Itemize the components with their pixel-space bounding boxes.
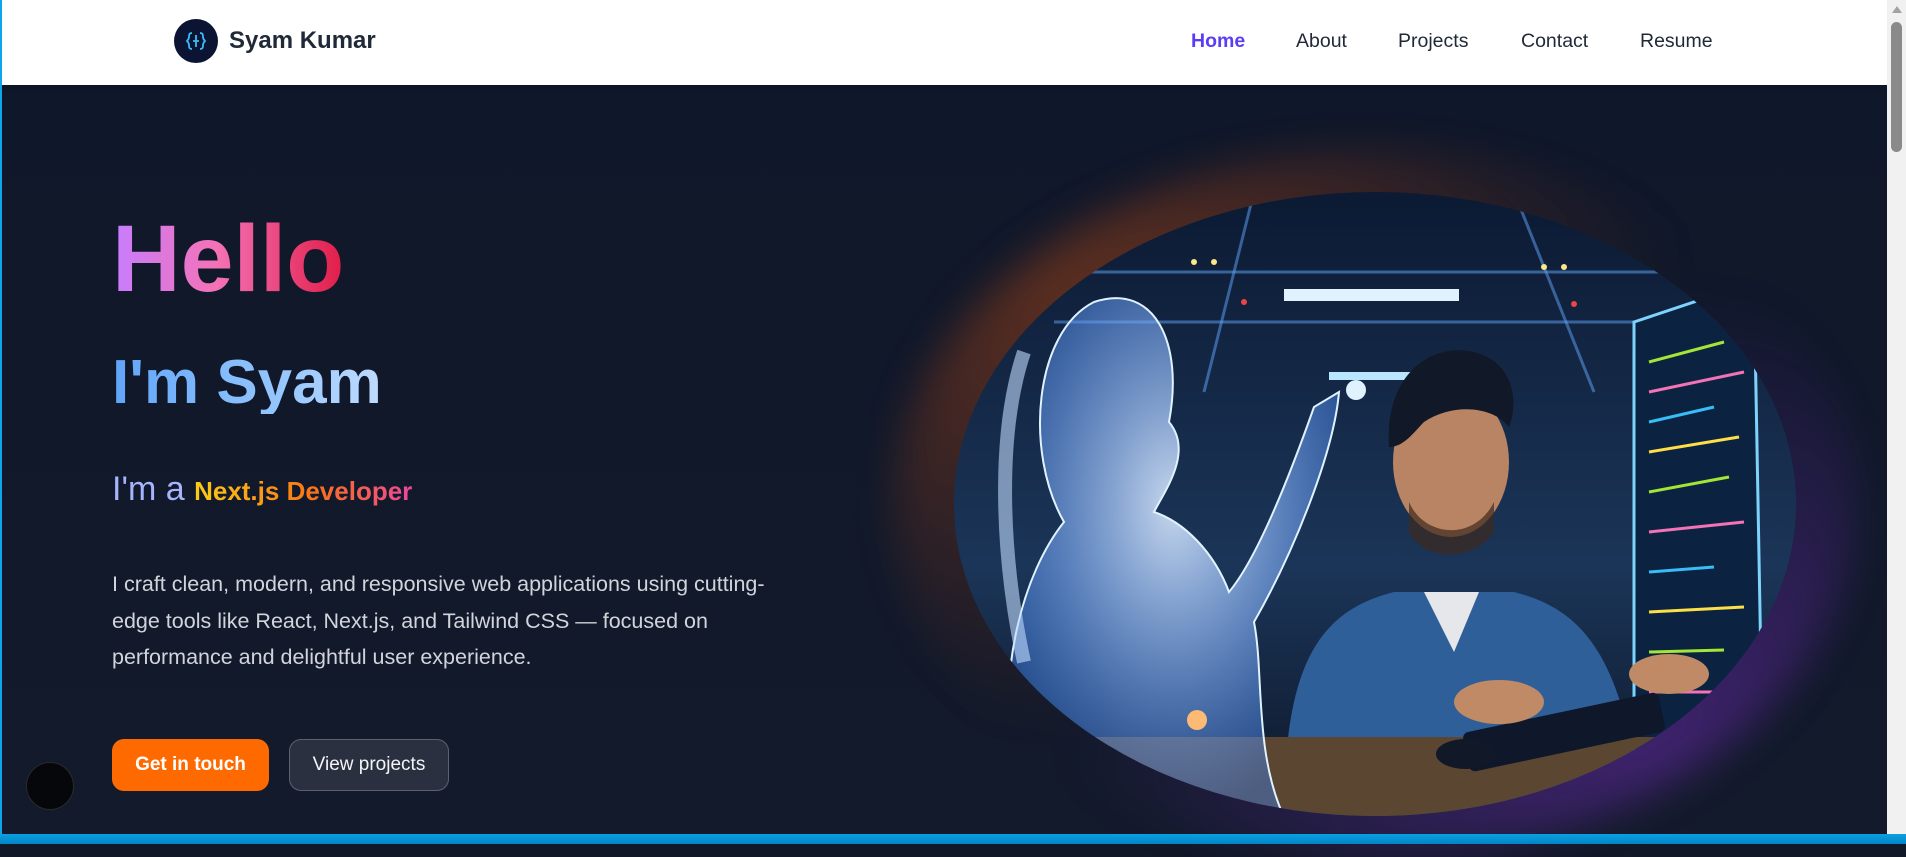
name-heading: I'm Syam [112, 348, 382, 417]
get-in-touch-button[interactable]: Get in touch [112, 739, 269, 791]
greeting-heading: Hello [112, 206, 345, 312]
nav-about[interactable]: About [1296, 30, 1347, 53]
nav-resume[interactable]: Resume [1640, 30, 1713, 53]
floating-action-button[interactable] [26, 762, 74, 810]
bottom-border [0, 834, 1906, 844]
scrollbar-thumb[interactable] [1891, 22, 1902, 152]
scrollbar[interactable] [1887, 0, 1906, 834]
scroll-up-icon[interactable] [1892, 6, 1902, 13]
hero-illustration [894, 152, 1856, 857]
developer-hologram-image [954, 192, 1796, 816]
nav-contact[interactable]: Contact [1521, 30, 1588, 53]
nav-projects[interactable]: Projects [1398, 30, 1468, 53]
brand-name[interactable]: Syam Kumar [229, 27, 376, 55]
role-highlight: Next.js Developer [194, 476, 413, 506]
view-projects-button[interactable]: View projects [289, 739, 449, 791]
role-line: I'm a Next.js Developer [112, 472, 412, 506]
logo-icon[interactable] [174, 19, 218, 63]
hero-description: I craft clean, modern, and responsive we… [112, 572, 765, 669]
role-prefix: I'm a [112, 470, 185, 508]
navbar: Syam Kumar Home About Projects Contact R… [0, 0, 1887, 85]
nav-home[interactable]: Home [1191, 30, 1245, 53]
window-edge [0, 0, 2, 844]
